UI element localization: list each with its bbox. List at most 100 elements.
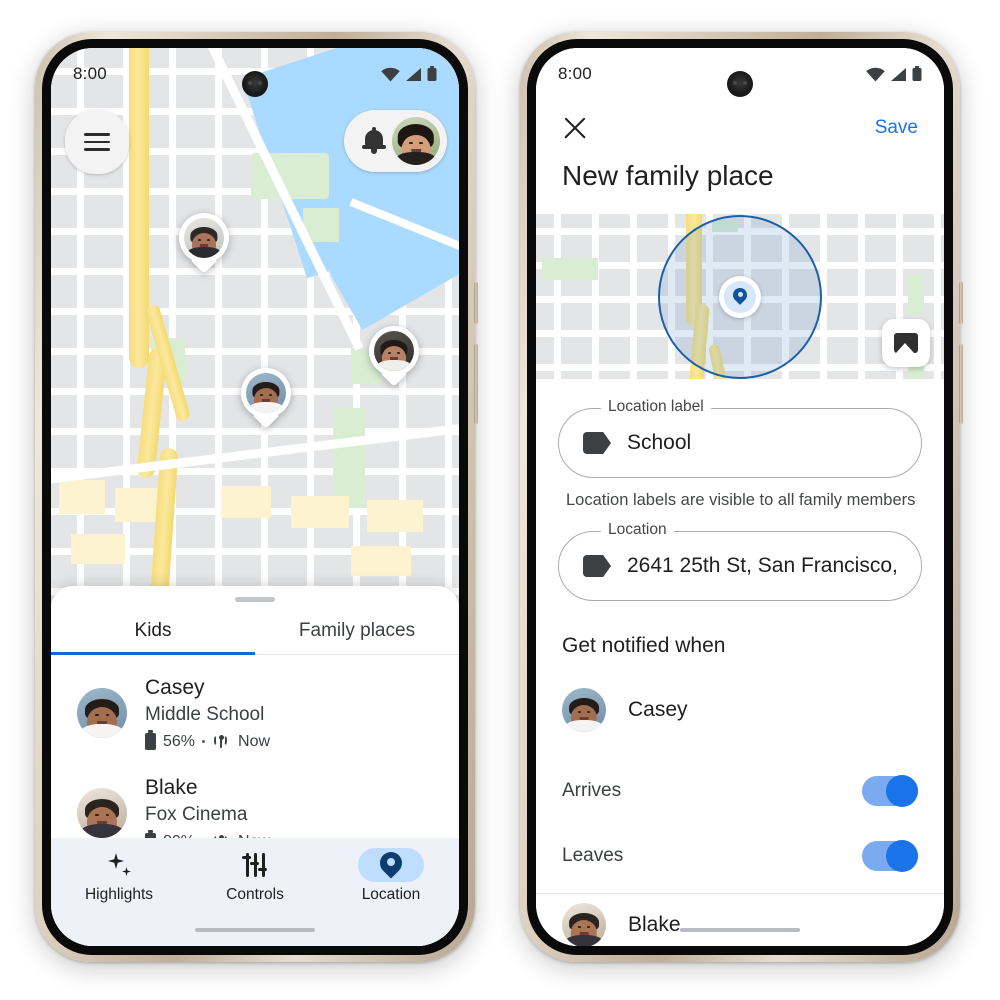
signal-icon: [212, 734, 231, 749]
avatar: [562, 903, 606, 946]
map-pin-teen[interactable]: [369, 326, 419, 387]
toggle-row-arrives[interactable]: Arrives: [562, 775, 918, 807]
person-name: Casey: [145, 676, 205, 699]
menu-button[interactable]: [65, 110, 129, 174]
avatar-eye: [198, 238, 202, 241]
last-updated: Now: [238, 732, 271, 750]
nav-label: Location: [361, 886, 421, 903]
avatar-face: [374, 331, 414, 371]
pin-avatar-casey: [246, 373, 286, 413]
battery-percent: 56%: [163, 732, 196, 750]
nav-label: Highlights: [84, 886, 154, 903]
list-item-text: Casey Middle School 56% Now: [145, 675, 270, 751]
field-value: 2641 25th St, San Francisco, CA 9…: [627, 554, 897, 577]
tab-bar: Kids Family places: [51, 620, 459, 655]
kids-list: Casey Middle School 56% Now Blake Fox Ci…: [51, 655, 459, 863]
avatar-eye: [396, 351, 400, 354]
pin-avatar-blake: [184, 218, 224, 258]
map-pin-blake[interactable]: [179, 213, 229, 274]
toggle-row-leaves[interactable]: Leaves: [562, 840, 918, 872]
close-icon[interactable]: [562, 115, 588, 141]
phone-bezel-right: 8:00 Save New family place Location labe…: [527, 39, 953, 955]
map-park: [333, 408, 365, 508]
person-meta: 56% Now: [145, 730, 271, 751]
map-commercial-block: [71, 534, 125, 564]
pin-shape: [241, 368, 291, 429]
home-indicator: [680, 928, 800, 932]
map-commercial-block: [367, 500, 423, 532]
tab-family-places[interactable]: Family places: [255, 620, 459, 655]
map-highway: [129, 48, 149, 368]
tab-active-indicator: [51, 652, 255, 655]
meta-separator: [202, 740, 206, 744]
page-title: New family place: [562, 160, 774, 191]
notify-person-casey[interactable]: Casey: [562, 688, 688, 732]
place-marker[interactable]: [719, 275, 761, 318]
avatar-eye: [388, 351, 392, 354]
map-preview[interactable]: [536, 214, 944, 379]
photo-button[interactable]: [882, 319, 930, 367]
field-value: School: [627, 431, 692, 454]
menu-icon: [84, 128, 110, 156]
person-name: Blake: [628, 913, 681, 936]
sliders-icon: [242, 853, 268, 877]
leaves-toggle[interactable]: [862, 840, 918, 872]
phone-screen-left: 8:00 Kids Family places Casey Middle Sch…: [51, 48, 459, 946]
tag-icon: [583, 432, 611, 454]
avatar: [77, 687, 127, 738]
map-park: [908, 274, 924, 314]
map-pin-casey[interactable]: [241, 368, 291, 429]
toggle-label: Leaves: [562, 845, 624, 866]
avatar-face: [77, 787, 127, 838]
field-label: Location: [601, 521, 674, 539]
avatar: [562, 688, 606, 732]
nav-pill: [222, 848, 288, 882]
avatar-eye: [268, 393, 272, 396]
home-indicator: [195, 928, 315, 932]
action-bar: Save: [536, 100, 944, 156]
arrives-toggle[interactable]: [862, 775, 918, 807]
avatar-eye: [206, 238, 210, 241]
nav-item-location[interactable]: Location: [324, 847, 459, 904]
phone-device-left: 8:00 Kids Family places Casey Middle Sch…: [35, 32, 478, 962]
power-button[interactable]: [959, 282, 963, 324]
nav-pill: [86, 848, 152, 882]
nav-item-highlights[interactable]: Highlights: [52, 848, 187, 904]
front-camera: [242, 71, 268, 97]
bell-icon[interactable]: [362, 127, 386, 154]
person-place: Middle School: [145, 704, 265, 726]
notify-person-blake[interactable]: Blake: [562, 903, 681, 946]
section-title-notify: Get notified when: [562, 634, 726, 657]
tab-kids[interactable]: Kids: [51, 620, 255, 655]
avatar-eye: [260, 393, 264, 396]
location-pin-icon: [730, 285, 750, 305]
sheet-drag-handle[interactable]: [235, 597, 275, 602]
new-family-place-form: 8:00 Save New family place Location labe…: [536, 48, 944, 946]
phone-bezel-left: 8:00 Kids Family places Casey Middle Sch…: [42, 39, 468, 955]
nav-item-controls[interactable]: Controls: [188, 848, 323, 904]
toggle-knob: [886, 775, 918, 807]
volume-button[interactable]: [474, 344, 478, 424]
toggle-knob: [886, 840, 918, 872]
field-label: Location label: [601, 398, 711, 416]
battery-icon: [145, 730, 156, 751]
location-address-field[interactable]: Location 2641 25th St, San Francisco, CA…: [558, 521, 922, 601]
toggle-label: Arrives: [562, 780, 622, 801]
save-button[interactable]: Save: [875, 117, 918, 139]
nav-label: Controls: [226, 886, 284, 903]
helper-text: Location labels are visible to all famil…: [566, 491, 916, 509]
avatar-face: [246, 373, 286, 413]
location-label-field[interactable]: Location label School: [558, 398, 922, 478]
profile-avatar[interactable]: [392, 117, 440, 165]
map-commercial-block: [59, 480, 105, 514]
phone-device-right: 8:00 Save New family place Location labe…: [520, 32, 963, 962]
volume-button[interactable]: [959, 344, 963, 424]
pin-shape: [369, 326, 419, 387]
avatar-body: [377, 359, 411, 371]
image-icon: [894, 333, 918, 353]
power-button[interactable]: [474, 282, 478, 324]
status-clock: 8:00: [558, 64, 592, 83]
list-item[interactable]: Casey Middle School 56% Now: [51, 663, 459, 763]
nav-pill: [358, 847, 424, 882]
sparkle-icon: [106, 852, 132, 878]
